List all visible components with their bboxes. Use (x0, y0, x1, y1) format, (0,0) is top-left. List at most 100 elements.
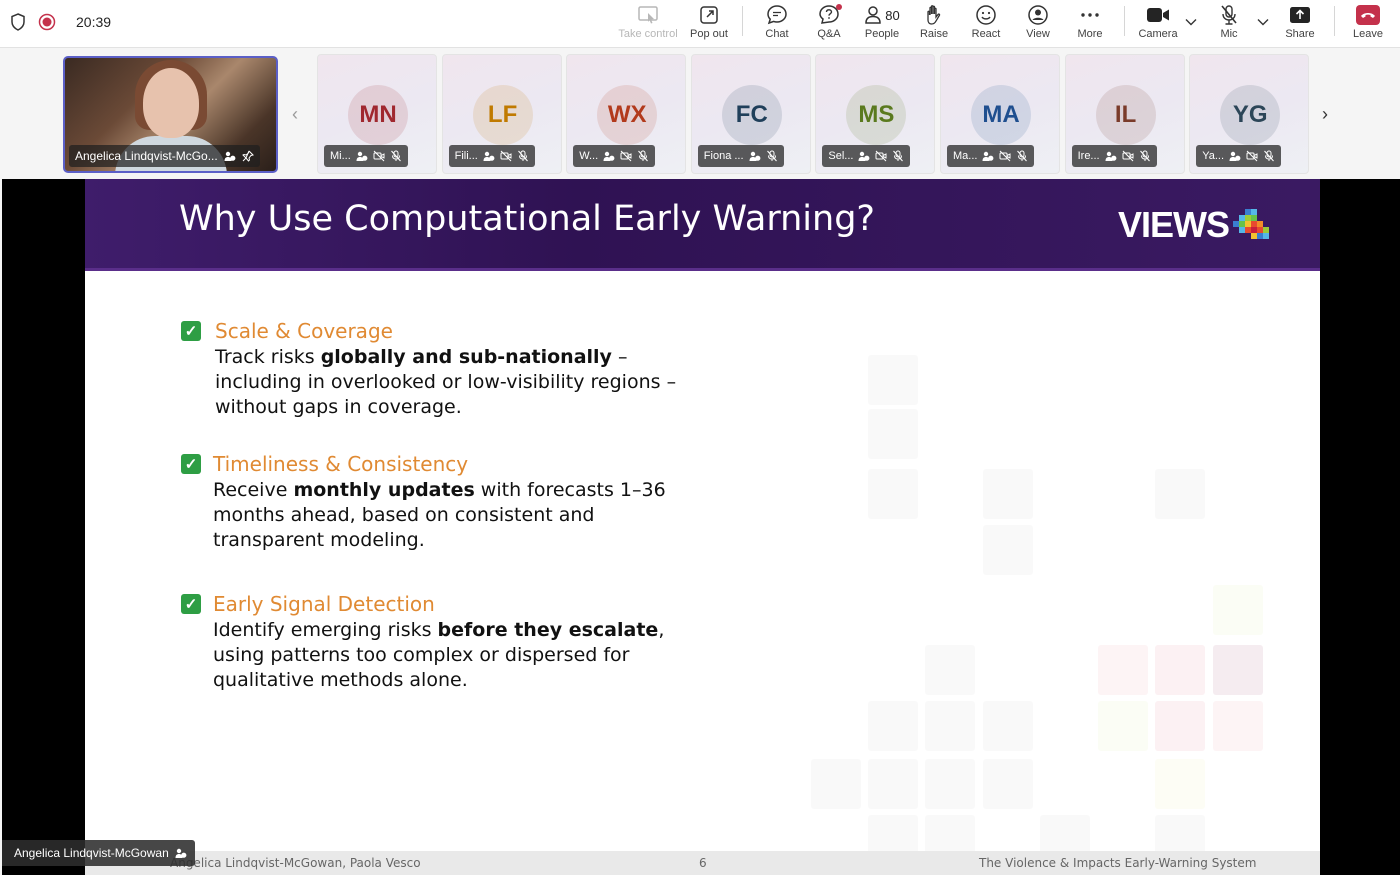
toolbar-divider (1334, 6, 1335, 36)
shield-icon[interactable] (10, 13, 26, 31)
participant-tile[interactable]: MN Mi... (317, 54, 437, 174)
participant-name: Fiona ... (703, 150, 744, 162)
organizer-icon (356, 150, 368, 162)
toolbar-divider (742, 6, 743, 36)
avatar: MA (971, 85, 1031, 145)
hand-icon (927, 5, 941, 25)
camera-off-icon (999, 150, 1011, 162)
participant-name: Ya... (1202, 150, 1224, 162)
recording-icon (38, 13, 56, 31)
footer-system-name: The Violence & Impacts Early-Warning Sys… (979, 856, 1257, 870)
participant-name: Ma... (953, 150, 978, 162)
mic-options-dropdown[interactable] (1255, 2, 1271, 44)
camera-off-icon (1246, 150, 1258, 162)
share-icon (1290, 7, 1310, 23)
checkbox-icon: ✓ (181, 594, 201, 614)
name-chip: Fili... (448, 145, 535, 167)
organizer-icon (175, 848, 187, 858)
camera-off-icon (500, 150, 512, 162)
name-chip: Angelica Lindqvist-McGo... (69, 145, 260, 167)
presenter-name-chip: Angelica Lindqvist-McGowan (2, 840, 195, 866)
mic-off-icon (1139, 150, 1151, 162)
strip-next-arrow[interactable]: › (1322, 104, 1328, 125)
camera-off-icon (620, 150, 632, 162)
participant-name: Angelica Lindqvist-McGo... (75, 149, 218, 163)
name-chip: Ma... (947, 145, 1035, 167)
take-control-icon (638, 6, 658, 24)
name-chip: Ya... (1196, 145, 1281, 167)
pop-out-button[interactable]: Pop out (688, 2, 730, 44)
strip-prev-arrow[interactable]: ‹ (292, 104, 298, 125)
avatar: LF (472, 85, 533, 145)
organizer-icon (1229, 150, 1241, 162)
presentation-slide: Why Use Computational Early Warning? VIE… (85, 179, 1320, 875)
shared-content-stage: Why Use Computational Early Warning? VIE… (2, 179, 1400, 875)
name-chip: Fiona ... (697, 145, 784, 167)
views-logo-mark (1233, 209, 1270, 239)
chat-icon (767, 5, 787, 25)
meeting-status: 20:39 (10, 0, 111, 44)
participant-tile[interactable]: LF Fili... (441, 54, 562, 174)
avatar: YG (1220, 85, 1281, 145)
raise-hand-button[interactable]: Raise (918, 2, 950, 44)
presenter-name: Angelica Lindqvist-McGowan (14, 846, 169, 860)
organizer-icon (224, 151, 236, 161)
participant-tile[interactable]: MA Ma... (940, 54, 1060, 174)
participant-tile[interactable]: YG Ya... (1189, 54, 1310, 174)
share-button[interactable]: Share (1283, 2, 1317, 44)
camera-button[interactable]: Camera (1136, 2, 1180, 44)
footer-authors: Angelica Lindqvist-McGowan, Paola Vesco (170, 856, 421, 870)
chat-button[interactable]: Chat (762, 2, 792, 44)
avatar: WX (597, 85, 658, 145)
avatar: MS (846, 85, 907, 145)
self-video-tile[interactable]: Angelica Lindqvist-McGo... (63, 56, 278, 173)
bullet-text: Track risks globally and sub-nationally … (215, 346, 677, 418)
mic-off-icon (1221, 5, 1237, 25)
chevron-down-icon (1257, 19, 1269, 26)
organizer-icon (982, 150, 994, 162)
leave-button[interactable]: Leave (1351, 2, 1385, 44)
slide-header: Why Use Computational Early Warning? VIE… (85, 179, 1320, 271)
participant-tile[interactable]: IL Ire... (1064, 54, 1185, 174)
name-chip: W... (573, 145, 656, 167)
people-button[interactable]: 80 People (862, 2, 902, 44)
hang-up-icon (1361, 13, 1375, 18)
pop-out-icon (700, 6, 718, 24)
organizer-icon (858, 150, 870, 162)
react-button[interactable]: React (969, 2, 1003, 44)
participant-tile[interactable]: WX W... (566, 54, 687, 174)
name-chip: Mi... (324, 145, 408, 167)
pin-icon[interactable] (241, 150, 254, 162)
mic-off-icon (766, 150, 778, 162)
mic-off-icon (637, 150, 649, 162)
participant-strip: Angelica Lindqvist-McGo... ‹ MN Mi... LF Fi… (0, 48, 1400, 178)
mic-button[interactable]: Mic (1214, 2, 1244, 44)
avatar: FC (721, 85, 782, 145)
more-button[interactable]: More (1075, 2, 1105, 44)
participant-tile[interactable]: FC Fiona ... (690, 54, 811, 174)
mic-off-icon (1263, 150, 1275, 162)
participant-tile[interactable]: MS Sel... (815, 54, 936, 174)
avatar: MN (348, 85, 408, 145)
bullet-heading: Timeliness & Consistency (213, 452, 469, 476)
checkbox-icon: ✓ (181, 321, 201, 341)
bullet-text: Identify emerging risks before they esca… (213, 619, 665, 691)
qa-button[interactable]: Q&A (814, 2, 844, 44)
view-button[interactable]: View (1024, 2, 1052, 44)
organizer-icon (749, 150, 761, 162)
participant-count: 80 (885, 7, 900, 23)
mic-off-icon (517, 150, 529, 162)
meeting-toolbar: 20:39 Take control Pop out Chat Q&A 80 P… (0, 0, 1400, 48)
mic-off-icon (1016, 150, 1028, 162)
mic-off-icon (390, 150, 402, 162)
more-icon (1081, 13, 1099, 17)
views-logo: VIEWS (1118, 203, 1281, 247)
participant-name: W... (579, 150, 599, 162)
person-icon (865, 6, 882, 24)
camera-off-icon (875, 150, 887, 162)
notification-dot (836, 4, 842, 10)
take-control-button[interactable]: Take control (618, 2, 678, 44)
camera-options-dropdown[interactable] (1183, 2, 1199, 44)
bullet-heading: Scale & Coverage (215, 319, 393, 343)
avatar: IL (1095, 85, 1156, 145)
